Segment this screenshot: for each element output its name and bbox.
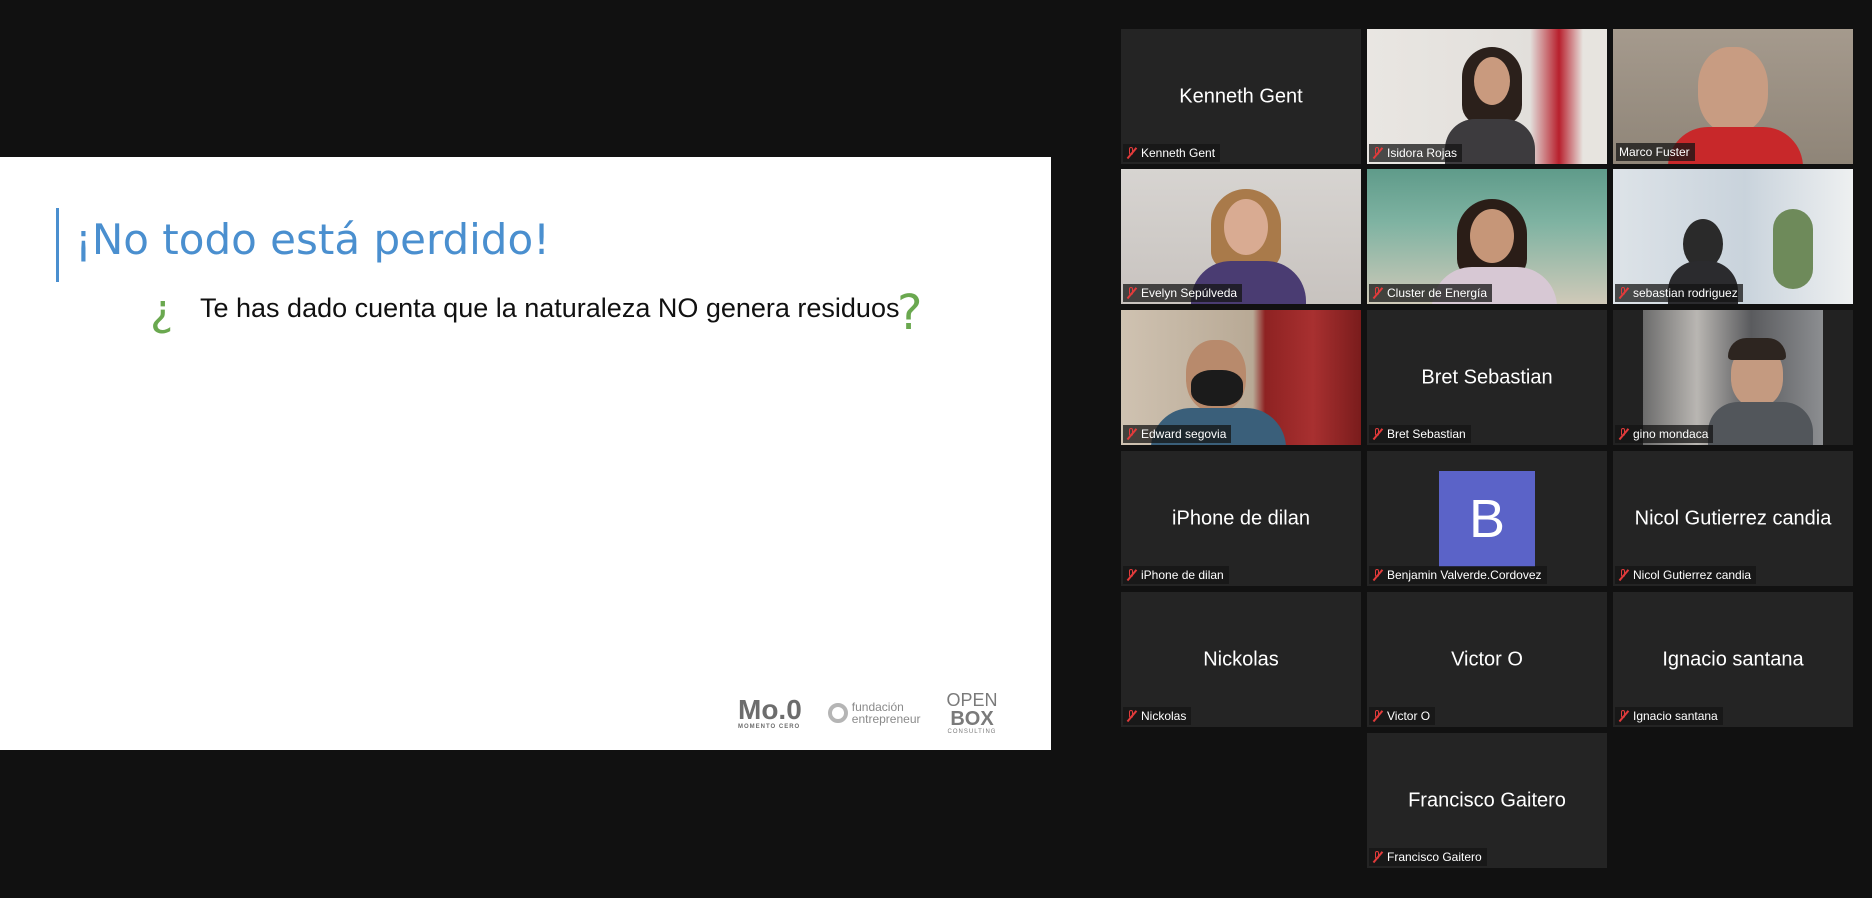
participant-center-name: Bret Sebastian: [1421, 366, 1553, 388]
plant: [1773, 209, 1813, 289]
participant-center-name: Ignacio santana: [1662, 648, 1804, 670]
avatar: B: [1439, 471, 1535, 567]
title-accent-bar: [56, 208, 59, 282]
participant-center-name: iPhone de dilan: [1172, 507, 1310, 529]
sponsor-logos: Mo.0 MOMENTO CERO fundación entrepreneur…: [738, 690, 998, 735]
name-tag: Evelyn Sepúlveda: [1123, 284, 1243, 302]
participant-video-tile[interactable]: Edward segovia: [1121, 310, 1361, 445]
name-tag: Kenneth Gent: [1123, 144, 1221, 162]
muted-mic-icon: [1618, 287, 1629, 299]
name-tag: iPhone de dilan: [1123, 566, 1229, 584]
name-tag: Benjamin Valverde.Cordovez: [1369, 566, 1547, 584]
muted-mic-icon: [1372, 428, 1383, 440]
muted-mic-icon: [1372, 710, 1383, 722]
participant-video-tile[interactable]: Cluster de Energía: [1367, 169, 1607, 304]
face-mask: [1191, 370, 1243, 406]
muted-mic-icon: [1372, 287, 1383, 299]
muted-mic-icon: [1126, 287, 1137, 299]
name-tag: Victor O: [1369, 707, 1436, 725]
muted-mic-icon: [1126, 147, 1137, 159]
participant-tile[interactable]: Bret Sebastian Bret Sebastian: [1367, 310, 1607, 445]
participant-tile[interactable]: Nickolas Nickolas: [1121, 592, 1361, 727]
name-tag: sebastian rodriguez: [1615, 284, 1743, 302]
muted-mic-icon: [1372, 851, 1383, 863]
name-tag: Isidora Rojas: [1369, 144, 1463, 162]
name-tag: Ignacio santana: [1615, 707, 1723, 725]
participant-tile[interactable]: Ignacio santana Ignacio santana: [1613, 592, 1853, 727]
slide-bullet-text: Te has dado cuenta que la naturaleza NO …: [200, 293, 900, 323]
question-mark: ?: [897, 285, 923, 341]
shared-slide: ¡No todo está perdido! ¿ Te has dado cue…: [0, 157, 1051, 750]
muted-mic-icon: [1126, 569, 1137, 581]
name-tag: Edward segovia: [1123, 425, 1232, 443]
name-tag: Bret Sebastian: [1369, 425, 1471, 443]
person-face: [1470, 209, 1514, 263]
participant-video-tile[interactable]: Evelyn Sepúlveda: [1121, 169, 1361, 304]
muted-mic-icon: [1372, 147, 1383, 159]
participant-tile[interactable]: Nicol Gutierrez candia Nicol Gutierrez c…: [1613, 451, 1853, 586]
openbox-logo: OPEN BOX CONSULTING: [946, 690, 998, 735]
participant-tile[interactable]: Kenneth Gent Kenneth Gent: [1121, 29, 1361, 164]
participant-video-tile[interactable]: gino mondaca: [1613, 310, 1853, 445]
participant-video-tile[interactable]: sebastian rodriguez: [1613, 169, 1853, 304]
slide-title: ¡No todo está perdido!: [75, 215, 551, 264]
participant-video-tile[interactable]: Isidora Rojas: [1367, 29, 1607, 164]
person-body: [1708, 402, 1813, 445]
momento-cero-logo: Mo.0 MOMENTO CERO: [738, 694, 802, 731]
participant-video-tile-active-speaker[interactable]: Marco Fuster: [1613, 29, 1853, 164]
video-letterbox-right: [1823, 310, 1853, 445]
fundacion-entrepreneur-logo: fundación entrepreneur: [827, 701, 921, 725]
name-tag: gino mondaca: [1615, 425, 1714, 443]
participant-tile[interactable]: Francisco Gaitero Francisco Gaitero: [1367, 733, 1607, 868]
person-face: [1474, 57, 1510, 105]
muted-mic-icon: [1618, 710, 1629, 722]
muted-mic-icon: [1618, 428, 1629, 440]
muted-mic-icon: [1372, 569, 1383, 581]
participant-center-name: Francisco Gaitero: [1408, 789, 1566, 811]
participant-tile[interactable]: iPhone de dilan iPhone de dilan: [1121, 451, 1361, 586]
name-tag: Nickolas: [1123, 707, 1192, 725]
person-face: [1224, 199, 1268, 255]
participant-center-name: Kenneth Gent: [1179, 85, 1303, 107]
person-hair: [1728, 338, 1786, 360]
name-tag: Francisco Gaitero: [1369, 848, 1487, 866]
name-tag: Marco Fuster: [1616, 143, 1695, 161]
participant-center-name: Nickolas: [1203, 648, 1279, 670]
person-face: [1698, 47, 1768, 133]
participant-center-name: Nicol Gutierrez candia: [1634, 507, 1832, 529]
muted-mic-icon: [1126, 710, 1137, 722]
participant-tile[interactable]: Victor O Victor O: [1367, 592, 1607, 727]
muted-mic-icon: [1618, 569, 1629, 581]
ring-icon: [827, 703, 848, 723]
inverted-question-mark: ¿: [150, 285, 174, 336]
name-tag: Nicol Gutierrez candia: [1615, 566, 1757, 584]
participant-center-name: Victor O: [1451, 648, 1523, 670]
name-tag: Cluster de Energía: [1369, 284, 1493, 302]
participant-tile[interactable]: B Benjamin Valverde.Cordovez: [1367, 451, 1607, 586]
muted-mic-icon: [1126, 428, 1137, 440]
